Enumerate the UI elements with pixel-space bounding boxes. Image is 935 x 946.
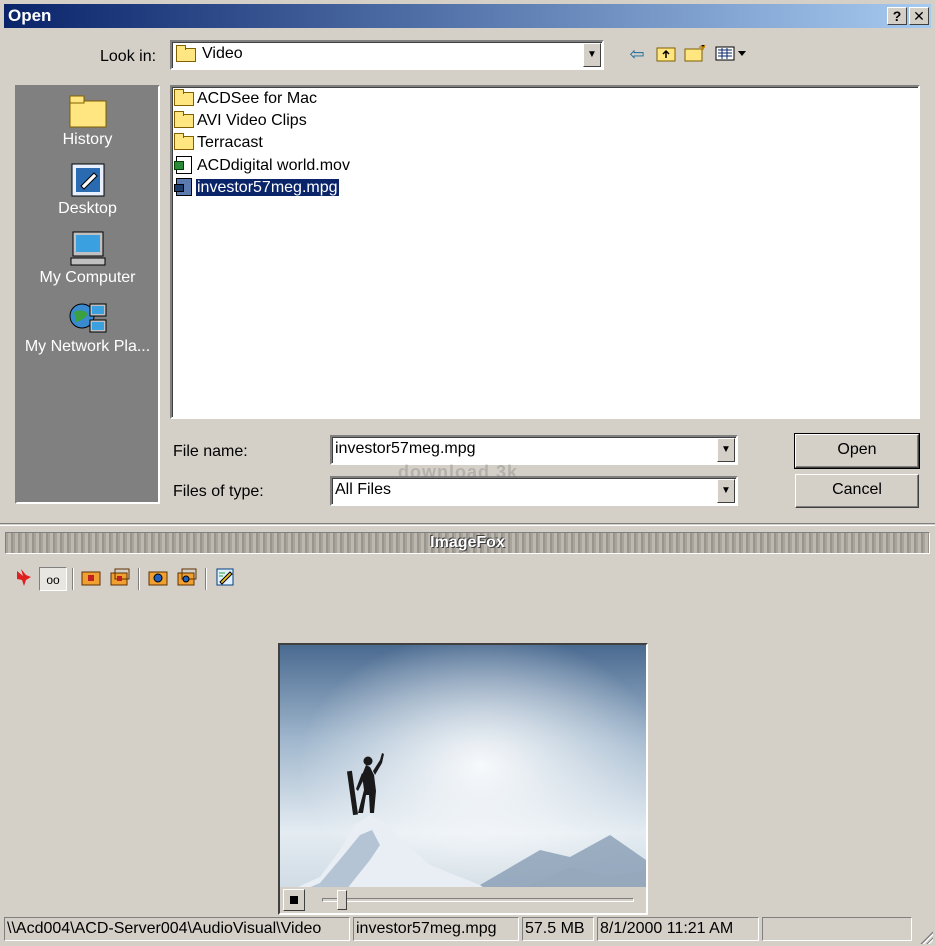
status-size: 57.5 MB xyxy=(522,917,594,941)
chevron-down-icon[interactable]: ▼ xyxy=(717,438,735,462)
cancel-button[interactable]: Cancel xyxy=(795,474,919,508)
folder-icon xyxy=(174,111,194,128)
place-history[interactable]: History xyxy=(17,93,158,149)
file-list[interactable]: ACDSee for Mac AVI Video Clips Terracast… xyxy=(170,85,920,419)
imagefox-header: ImageFox xyxy=(5,532,930,554)
movie-file-icon xyxy=(174,156,194,174)
place-desktop[interactable]: Desktop xyxy=(17,162,158,218)
place-my-computer[interactable]: My Computer xyxy=(17,231,158,287)
folder-add-icon[interactable] xyxy=(79,567,103,591)
status-bar: \\Acd004\ACD-Server004\AudioVisual\Video… xyxy=(0,915,935,946)
view-menu-icon[interactable] xyxy=(714,44,750,64)
window-title: Open xyxy=(8,6,52,25)
status-empty xyxy=(762,917,912,941)
preview-toggle-button[interactable]: oo xyxy=(39,567,67,591)
file-type-select[interactable]: All Files ▼ xyxy=(330,476,738,506)
open-button[interactable]: Open xyxy=(794,433,920,469)
history-folder-icon xyxy=(68,93,108,129)
look-in-value: Video xyxy=(202,45,243,62)
stop-button[interactable] xyxy=(283,889,305,911)
file-type-label: Files of type: xyxy=(173,483,264,500)
seek-track[interactable] xyxy=(322,898,634,902)
list-item[interactable]: Terracast xyxy=(174,132,264,154)
folder-icon xyxy=(174,133,194,150)
toolbar-separator xyxy=(72,568,74,590)
panel-splitter[interactable] xyxy=(0,523,935,526)
help-button[interactable]: ? xyxy=(887,7,907,25)
network-places-icon xyxy=(68,300,108,336)
open-dialog: Open ? ✕ Look in: Video ▼ ⇦ History Desk… xyxy=(0,0,935,946)
camera-folder-icon[interactable] xyxy=(146,567,170,591)
list-item-selected[interactable]: investor57meg.mpg xyxy=(174,177,340,199)
back-arrow-icon[interactable]: ⇦ xyxy=(626,44,648,64)
chevron-down-icon[interactable]: ▼ xyxy=(717,479,735,503)
status-date: 8/1/2000 11:21 AM xyxy=(597,917,759,941)
folder-multi-icon[interactable] xyxy=(108,567,132,591)
places-bar: History Desktop My Computer My Network P… xyxy=(15,85,160,504)
toolbar-separator xyxy=(205,568,207,590)
folder-icon xyxy=(176,45,196,62)
list-item[interactable]: AVI Video Clips xyxy=(174,110,308,132)
toolbar-separator xyxy=(138,568,140,590)
resize-grip[interactable] xyxy=(919,930,933,944)
look-in-label: Look in: xyxy=(100,48,157,65)
watermark: download 3k xyxy=(398,462,519,482)
chevron-down-icon[interactable]: ▼ xyxy=(583,43,601,67)
status-file: investor57meg.mpg xyxy=(353,917,519,941)
place-network[interactable]: My Network Pla... xyxy=(17,300,158,356)
up-folder-icon[interactable] xyxy=(655,44,677,64)
close-button[interactable]: ✕ xyxy=(909,7,929,25)
fox-logo-icon[interactable] xyxy=(12,567,36,591)
stop-icon xyxy=(290,896,298,904)
camera-multi-icon[interactable] xyxy=(175,567,199,591)
status-path: \\Acd004\ACD-Server004\AudioVisual\Video xyxy=(4,917,350,941)
desktop-icon xyxy=(68,162,108,198)
mountain-climber-image xyxy=(280,645,646,913)
edit-note-icon[interactable] xyxy=(213,567,237,591)
mpg-file-icon xyxy=(174,178,194,196)
folder-icon xyxy=(174,89,194,106)
file-name-input[interactable]: investor57meg.mpg ▼ xyxy=(330,435,738,465)
list-item[interactable]: ACDSee for Mac xyxy=(174,88,318,110)
seek-slider-thumb[interactable] xyxy=(337,890,348,910)
media-player-controls xyxy=(280,887,646,913)
look-in-combo[interactable]: Video ▼ xyxy=(170,40,604,70)
new-folder-icon[interactable] xyxy=(684,44,706,64)
list-item[interactable]: ACDdigital world.mov xyxy=(174,155,351,177)
my-computer-icon xyxy=(68,231,108,267)
image-preview xyxy=(278,643,648,915)
file-name-label: File name: xyxy=(173,443,248,460)
title-bar[interactable]: Open ? ✕ xyxy=(4,4,931,28)
